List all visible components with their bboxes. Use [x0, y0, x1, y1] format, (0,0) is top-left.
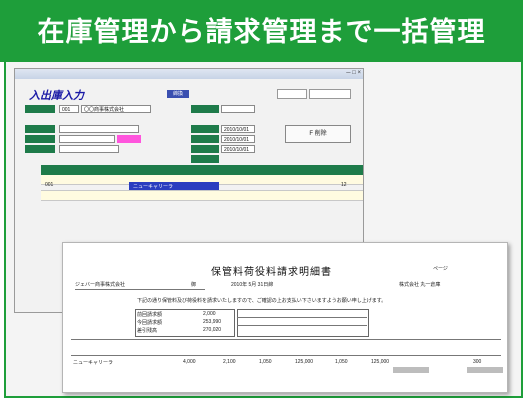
total-label: 今回請求額 [137, 320, 163, 326]
grid-header [41, 165, 363, 175]
billing-statement-document: 保管料荷役料請求明細書 ページ 2010年 5月 31日締 ジェバー商事株式会社… [62, 242, 508, 393]
customer-underline [75, 289, 205, 290]
window-titlebar: ─ □ × [15, 69, 363, 79]
window-controls[interactable]: ─ □ × [346, 70, 361, 76]
detail-box [237, 309, 369, 337]
customer-name: ジェバー商事株式会社 [75, 282, 126, 288]
total-label: 差引残高 [137, 328, 158, 334]
tab-1[interactable] [277, 89, 307, 99]
label-remarks [25, 145, 55, 153]
banner-title: 在庫管理から請求管理まで一括管理 [37, 17, 486, 48]
item-cell: 4,000 [183, 359, 196, 365]
grid-row[interactable] [41, 191, 363, 201]
row-qty: 12 [341, 182, 347, 188]
total-value: 253,990 [203, 319, 222, 325]
shaded-cell [467, 367, 503, 373]
code-field[interactable]: 001 [59, 105, 79, 113]
delete-button[interactable]: F 削除 [285, 125, 351, 143]
date-field-top[interactable] [221, 105, 255, 113]
table-top-rule [71, 339, 501, 340]
table-header-rule [71, 355, 501, 356]
partner-field[interactable]: 〇〇商事株式会社 [81, 105, 151, 113]
date-field-3[interactable]: 2010/10/01 [221, 145, 255, 153]
mode-badge: 締換 [167, 90, 189, 98]
total-value: 270,020 [203, 327, 222, 333]
item-cell: 125,000 [371, 359, 390, 365]
shaded-cell [393, 367, 429, 373]
doc-title: 保管料荷役料請求明細書 [211, 267, 332, 278]
date-line: 2010年 5月 31日締 [231, 282, 274, 288]
label-code [25, 105, 55, 113]
detail-rule [237, 317, 367, 318]
label-summary [191, 155, 219, 163]
form-title: 入出庫入力 [29, 90, 84, 102]
total-value: 2,000 [203, 311, 216, 317]
label-in-date [191, 125, 219, 133]
label-category [25, 125, 55, 133]
item-cell: 1,050 [335, 359, 348, 365]
label-date [191, 105, 219, 113]
item-cell: 2,100 [223, 359, 236, 365]
highlight-field[interactable] [117, 135, 141, 143]
item-cell: 300 [473, 359, 482, 365]
type-select[interactable] [59, 135, 115, 143]
row-code: 001 [45, 182, 54, 188]
page-label: ページ [433, 266, 448, 272]
date-field-1[interactable]: 2010/10/01 [221, 125, 255, 133]
label-type [25, 135, 55, 143]
item-name: ニューキャリーラ [73, 360, 114, 366]
tab-2[interactable] [309, 89, 351, 99]
remarks-field[interactable] [59, 145, 119, 153]
category-select[interactable] [59, 125, 139, 133]
item-cell: 125,000 [295, 359, 314, 365]
item-cell: 1,050 [259, 359, 272, 365]
label-process-date [191, 145, 219, 153]
date-field-2[interactable]: 2010/10/01 [221, 135, 255, 143]
title-banner: 在庫管理から請求管理まで一括管理 [0, 0, 523, 62]
label-out-date [191, 135, 219, 143]
honorific: 御 [191, 282, 197, 288]
detail-rule [237, 325, 367, 326]
sender-name: 株式会社 丸一倉庫 [399, 282, 441, 288]
notice-text: 下記の通り保管料及び荷役料を請求いたしますので、ご確認の上お支払い下さいますよう… [137, 298, 387, 304]
row-name: ニューキャリーラ [133, 184, 174, 190]
total-label: 前回請求額 [137, 312, 163, 318]
